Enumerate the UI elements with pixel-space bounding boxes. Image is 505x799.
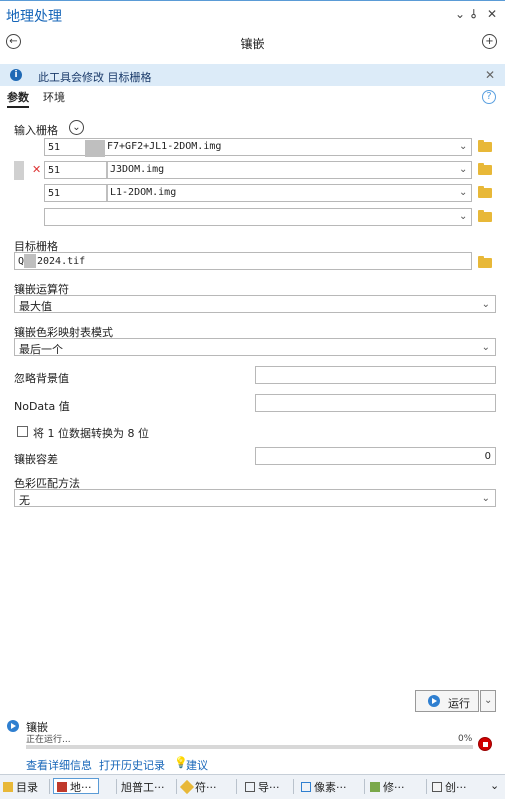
tolerance-label: 镶嵌容差 — [14, 453, 58, 466]
input-raster-row-3[interactable]: 51 — [44, 184, 472, 202]
bottom-tabs-overflow-icon[interactable]: ⌄ — [490, 779, 499, 795]
tab-environments[interactable]: 环境 — [43, 89, 65, 105]
folder-icon[interactable] — [478, 186, 492, 198]
input-raster-row-empty[interactable] — [44, 208, 472, 226]
nodata-label: NoData 值 — [14, 400, 70, 413]
input-raster-row-2-name: J3DOM.img — [110, 164, 165, 175]
help-icon[interactable]: ? — [482, 90, 496, 104]
open-history-link[interactable]: 打开历史记录 — [99, 757, 165, 773]
chevron-down-icon: ⌄ — [484, 695, 493, 706]
chevron-down-icon: ⌄ — [481, 342, 490, 353]
colormap-mode-select[interactable]: 最后一个 ⌄ — [14, 338, 496, 356]
run-label: 运行 — [448, 697, 470, 710]
nodata-input[interactable] — [255, 394, 496, 412]
mosaic-operator-select[interactable]: 最大值 ⌄ — [14, 295, 496, 313]
catalog-icon — [3, 782, 13, 792]
row-drag-handle[interactable] — [14, 161, 24, 180]
tab-separator — [176, 779, 177, 794]
ignore-bg-label: 忽略背景值 — [14, 372, 69, 385]
input-rasters-dropdown-icon[interactable]: ⌄ — [69, 120, 84, 135]
pane-title: 地理处理 — [6, 9, 62, 25]
redacted-block — [106, 162, 108, 178]
tab-separator — [293, 779, 294, 794]
bottom-tab-create[interactable]: 创··· — [432, 779, 467, 795]
suggest-link[interactable]: 建议 — [186, 757, 208, 773]
progress-bar — [26, 745, 473, 749]
input-raster-row-2[interactable]: 51 — [44, 161, 472, 179]
input-rasters-label: 输入栅格 — [14, 124, 58, 137]
folder-icon[interactable] — [478, 210, 492, 222]
status-text: 正在运行... — [26, 735, 71, 745]
pane-menu-icon[interactable]: ⌄ — [455, 7, 465, 21]
brush-icon — [179, 779, 195, 795]
color-match-select[interactable]: 无 ⌄ — [14, 489, 496, 507]
status-percent: 0% — [458, 734, 473, 744]
folder-icon[interactable] — [478, 256, 492, 268]
bottom-tab-symbology[interactable]: 符··· — [179, 779, 217, 795]
chevron-down-icon[interactable]: ⌄ — [459, 164, 467, 175]
view-details-link[interactable]: 查看详细信息 — [26, 757, 92, 773]
bottom-tab-tools[interactable]: 旭普工··· — [121, 779, 165, 795]
bottom-tab-pixel[interactable]: 像素··· — [301, 779, 347, 795]
target-raster-name: 2024.tif — [37, 256, 86, 267]
toolbox-icon — [57, 782, 67, 792]
status-run-icon[interactable] — [7, 720, 19, 732]
tab-separator — [426, 779, 427, 794]
tool-title: 镶嵌 — [240, 37, 265, 51]
input-raster-row-1-name: F7+GF2+JL1-2DOM.img — [107, 141, 222, 152]
close-icon[interactable]: ✕ — [487, 7, 497, 21]
input-raster-row-3-name: L1-2DOM.img — [110, 187, 177, 198]
tolerance-input[interactable]: 0 — [255, 447, 496, 465]
info-icon: i — [10, 69, 22, 81]
modify-icon — [370, 782, 380, 792]
tab-separator — [364, 779, 365, 794]
chevron-down-icon: ⌄ — [481, 299, 490, 310]
bottom-tab-export[interactable]: 导··· — [245, 779, 280, 795]
pixel-icon — [301, 782, 311, 792]
chevron-down-icon[interactable]: ⌄ — [459, 211, 467, 222]
chevron-down-icon: ⌄ — [481, 493, 490, 504]
run-icon — [428, 695, 440, 707]
redacted-block — [24, 254, 36, 268]
run-button[interactable]: 运行 — [415, 690, 479, 712]
bottom-tab-modify[interactable]: 修··· — [370, 779, 405, 795]
tab-separator — [49, 779, 50, 794]
info-close-icon[interactable]: ✕ — [485, 68, 495, 82]
tab-parameters[interactable]: 参数 — [7, 89, 29, 108]
convert-1bit-checkbox[interactable] — [17, 426, 28, 437]
title-bar: 地理处理 ⌄ ⫰ ✕ — [0, 0, 505, 26]
add-icon[interactable]: + — [482, 34, 497, 49]
tab-separator — [236, 779, 237, 794]
bottom-tab-geoprocessing[interactable]: 地··· — [53, 778, 99, 794]
pin-icon[interactable]: ⫰ — [471, 7, 476, 22]
redacted-block — [85, 140, 105, 157]
remove-row-icon[interactable]: ✕ — [32, 163, 41, 176]
ignore-bg-input[interactable] — [255, 366, 496, 384]
export-icon — [245, 782, 255, 792]
info-text: 此工具会修改 目标栅格 — [38, 71, 152, 84]
info-bar: i 此工具会修改 目标栅格 ✕ — [0, 64, 505, 86]
convert-1bit-label: 将 1 位数据转换为 8 位 — [33, 427, 149, 440]
bottom-tab-bar: 目录 地··· 旭普工··· 符··· 导··· 像素··· 修··· 创···… — [0, 774, 505, 799]
redacted-block — [106, 185, 108, 201]
run-options-button[interactable]: ⌄ — [480, 690, 496, 712]
tab-separator — [116, 779, 117, 794]
bottom-tab-catalog[interactable]: 目录 — [3, 779, 38, 795]
folder-icon[interactable] — [478, 163, 492, 175]
create-icon — [432, 782, 442, 792]
folder-icon[interactable] — [478, 140, 492, 152]
chevron-down-icon[interactable]: ⌄ — [459, 141, 467, 152]
stop-icon[interactable] — [478, 737, 492, 751]
chevron-down-icon[interactable]: ⌄ — [459, 187, 467, 198]
